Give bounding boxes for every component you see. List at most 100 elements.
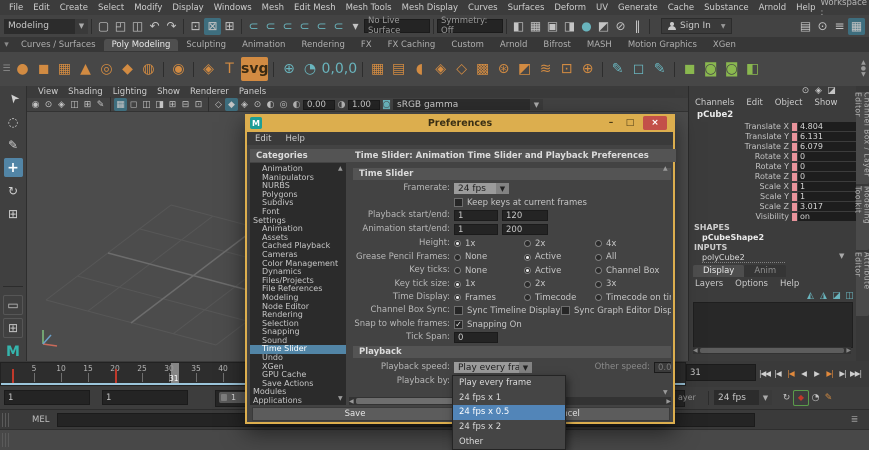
camera-attributes-icon[interactable]: ⊙ [42, 98, 55, 111]
humanik-toggle-icon[interactable]: ⊙ [814, 18, 831, 35]
channel-value-field[interactable]: 4.804 [798, 122, 856, 131]
menu-edit[interactable]: Edit [28, 3, 54, 13]
make-live-icon[interactable]: ⊂ [330, 18, 347, 35]
shelf-tab-mash[interactable]: MASH [579, 39, 620, 51]
layer-list-scrollbar[interactable]: ◀ ▶ [693, 347, 851, 354]
time-slider-section-bar[interactable]: Time Slider [353, 168, 671, 180]
layer-move-up-icon[interactable]: ◭ [804, 289, 817, 302]
shelf-tab-animation[interactable]: Animation [234, 39, 293, 51]
panel-history-icon[interactable]: ◈ [812, 85, 825, 98]
sync-graph-option[interactable]: Sync Graph Editor Display [561, 304, 671, 317]
menu-arnold[interactable]: Arnold [754, 3, 792, 13]
snap-curve-icon[interactable]: ⊂ [262, 18, 279, 35]
option-4x[interactable]: 4x [595, 237, 616, 250]
select-tool-icon[interactable]: ➤ [0, 85, 26, 112]
keyed-channel-chip[interactable] [792, 203, 797, 211]
scroll-down-icon[interactable]: ▼ [338, 395, 343, 402]
option-1x[interactable]: 1x [454, 237, 475, 250]
four-pane-layout-icon[interactable]: ⊞ [3, 318, 23, 338]
origin-locator-icon[interactable]: 0,0,0 [321, 57, 357, 81]
live-surface-field[interactable]: No Live Surface [364, 16, 430, 36]
menu-mesh[interactable]: Mesh [257, 3, 289, 13]
symmetry-field[interactable]: Symmetry: Off [437, 16, 503, 36]
ipr-render-icon[interactable]: ▣ [544, 18, 561, 35]
shelf-tab-arnold[interactable]: Arnold [492, 39, 536, 51]
create-curve-icon[interactable]: ✎ [608, 57, 627, 81]
close-button[interactable]: × [643, 116, 667, 130]
field-chart-icon[interactable]: ⊞ [166, 98, 179, 111]
poly-disc-icon[interactable]: ◍ [139, 57, 158, 81]
scroll-right-icon[interactable]: ▶ [666, 398, 671, 405]
panel-menu-renderer[interactable]: Renderer [185, 87, 234, 97]
wireframe-display-icon[interactable]: ◇ [212, 98, 225, 111]
boolean-slice-icon[interactable]: ◧ [743, 57, 762, 81]
keyed-channel-chip[interactable] [792, 163, 797, 171]
fps-selector[interactable]: 24 fps ▼ [714, 390, 772, 405]
undo-icon[interactable]: ↶ [146, 18, 163, 35]
previous-key-button[interactable]: |◀ [784, 364, 797, 382]
lights-display-icon[interactable]: ⊙ [251, 98, 264, 111]
channel-value-field[interactable]: 3.017 [798, 202, 856, 211]
play-backwards-button[interactable]: ◀ [797, 364, 810, 382]
step-forward-button[interactable]: ▶| [836, 364, 849, 382]
poly-wheel-icon[interactable]: ⊛ [494, 57, 513, 81]
poly-plane-icon[interactable]: ◆ [118, 57, 137, 81]
menu-deform[interactable]: Deform [549, 3, 591, 13]
keep-keys-checkbox[interactable] [454, 198, 463, 207]
radio-icon[interactable] [595, 267, 602, 274]
option-all[interactable]: All [595, 251, 617, 264]
gamma-icon[interactable]: ◑ [335, 98, 348, 111]
pan-zoom-icon[interactable]: ⊞ [81, 98, 94, 111]
poly-torus-icon[interactable]: ◎ [97, 57, 116, 81]
shelf-tab-curves-surfaces[interactable]: Curves / Surfaces [13, 39, 104, 51]
option-active[interactable]: Active [524, 264, 561, 277]
channel-value-field[interactable]: 1 [798, 182, 856, 191]
super-shape-icon[interactable]: ◈ [199, 57, 218, 81]
channel-value-field[interactable]: on [798, 212, 856, 221]
dropdown-option-play-every-frame[interactable]: Play every frame [453, 376, 565, 391]
menu-display[interactable]: Display [167, 3, 208, 13]
radio-icon[interactable] [524, 280, 531, 288]
safe-title-icon[interactable]: ⊡ [192, 98, 205, 111]
save-scene-icon[interactable]: ◫ [129, 18, 146, 35]
menu-cache[interactable]: Cache [663, 3, 699, 13]
current-frame-marker[interactable]: 31 [169, 363, 179, 385]
lasso-select-tool-icon[interactable]: ◌ [4, 112, 23, 131]
keyed-channel-chip[interactable] [792, 143, 797, 151]
new-empty-layer-icon[interactable]: ◪ [830, 289, 843, 302]
radio-icon[interactable] [524, 253, 531, 261]
scroll-right-icon[interactable]: ▶ [846, 347, 851, 354]
radio-icon[interactable] [454, 253, 461, 261]
poly-cone-icon[interactable]: ▲ [76, 57, 95, 81]
next-key-button[interactable]: ▶| [823, 364, 836, 382]
menu-help[interactable]: Help [791, 3, 820, 13]
poly-smooth-cube-icon[interactable]: ▦ [55, 57, 74, 81]
stack-layers-icon[interactable]: ≋ [536, 57, 555, 81]
shadows-display-icon[interactable]: ◐ [264, 98, 277, 111]
layer-menu-help[interactable]: Help [780, 279, 799, 289]
snap-projected-center-icon[interactable]: ⊂ [296, 18, 313, 35]
panel-menu-lighting[interactable]: Lighting [108, 87, 152, 97]
time-node-icon[interactable]: ◔ [300, 57, 319, 81]
play-forwards-button[interactable]: ▶ [810, 364, 823, 382]
render-settings-icon[interactable]: ◨ [561, 18, 578, 35]
multi-cut-icon[interactable]: ▤ [389, 57, 408, 81]
scale-tool-icon[interactable]: ⊞ [4, 204, 23, 223]
go-to-end-button[interactable]: ▶▶| [849, 364, 862, 382]
shelf-tab-bifrost[interactable]: Bifrost [535, 39, 578, 51]
render-view-icon[interactable]: ◧ [510, 18, 527, 35]
shelf-tab-rendering[interactable]: Rendering [293, 39, 352, 51]
wire-cube-icon[interactable]: ◇ [452, 57, 471, 81]
rotate-tool-icon[interactable]: ↻ [4, 181, 23, 200]
ao-display-icon[interactable]: ◎ [277, 98, 290, 111]
menu-substance[interactable]: Substance [699, 3, 753, 13]
menu-set-selector[interactable]: Modeling ▼ [4, 18, 88, 34]
svg-tool-icon[interactable]: svg [241, 57, 269, 81]
chevron-down-icon[interactable]: ▼ [839, 252, 844, 260]
safe-action-icon[interactable]: ⊟ [179, 98, 192, 111]
select-hierarchy-icon[interactable]: ⊡ [187, 18, 204, 35]
shelf-tab-xgen[interactable]: XGen [705, 39, 744, 51]
radio-icon[interactable] [524, 240, 531, 247]
poly-sphere-icon[interactable]: ● [13, 57, 32, 81]
move-tool-icon[interactable]: + [3, 158, 23, 177]
